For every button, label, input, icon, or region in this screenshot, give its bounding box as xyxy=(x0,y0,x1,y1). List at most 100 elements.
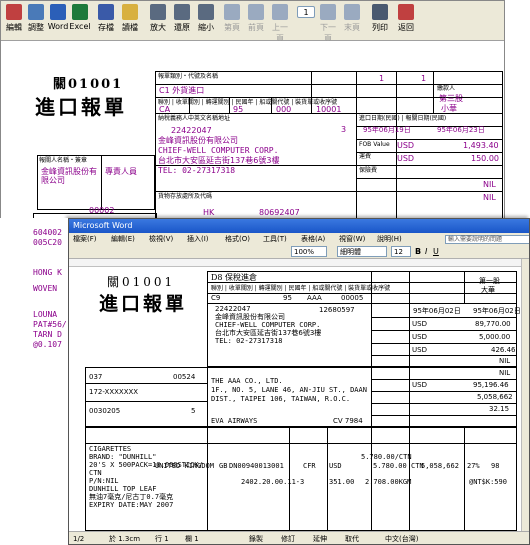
toolbar-open-folder-button[interactable]: 讀檔 xyxy=(119,3,141,39)
word-window: Microsoft Word 檔案(F) 編輯(E) 檢視(V) 插入(I) 格式(O)… xyxy=(68,218,530,545)
left-5: 5 xyxy=(191,407,196,415)
line-total: 5,058,662 xyxy=(421,462,459,470)
section-label: 第三股 xyxy=(439,94,463,103)
cif-currency: USD xyxy=(412,381,427,389)
vertical-scrollbar[interactable] xyxy=(521,259,529,531)
toolbar-label: 返回 xyxy=(398,23,414,32)
consignor: THE AAA CO., LTD. xyxy=(211,377,283,385)
toolbar-edit-button[interactable]: 編輯 xyxy=(3,3,25,39)
font-select[interactable]: 細明體 xyxy=(337,246,387,257)
import-date: 95年06月19日 xyxy=(363,126,411,134)
toolbar-zoom-reset-button[interactable]: 還原 xyxy=(171,3,193,39)
form-number: 關01001 xyxy=(53,77,124,92)
toolbar-label: 讀檔 xyxy=(122,23,138,32)
left-id: 172-XXXXXXX xyxy=(89,388,139,396)
fob-currency: USD xyxy=(412,320,427,328)
insurance-currency: USD xyxy=(412,346,427,354)
importer-id: 22422047 xyxy=(171,126,212,135)
importer-tel: TEL: 02-27317318 xyxy=(215,337,283,345)
toolbar-zoom-in-button[interactable]: 放大 xyxy=(147,3,169,39)
ship-code: 80692407 xyxy=(259,208,300,217)
ruler xyxy=(69,259,529,267)
port: HK xyxy=(203,208,215,217)
return-icon xyxy=(398,4,414,20)
menu-item-1[interactable]: 編輯(E) xyxy=(111,233,135,245)
toolbar-label: 放大 xyxy=(150,23,166,32)
section-person: 小華 xyxy=(441,104,457,113)
bold-button[interactable]: B xyxy=(415,247,421,256)
freight-currency: USD xyxy=(397,154,415,163)
importer-tel: TEL: 02-27317318 xyxy=(158,166,236,175)
insurance-value: 426.46 xyxy=(491,346,516,354)
toolbar-save-button[interactable]: 存檔 xyxy=(95,3,117,39)
font-size-select[interactable]: 12 xyxy=(391,246,411,257)
toolbar-return-button[interactable]: 返回 xyxy=(395,3,417,39)
word-document: 關01001 進口報單 D8 保稅進倉 聯別 | 收單關別 | 轉運關別 | 民… xyxy=(69,267,521,531)
fob-value: 89,770.00 xyxy=(475,320,511,328)
nil-2: NIL xyxy=(499,369,511,377)
weight: 2.708.00KGM xyxy=(365,478,412,486)
menu-item-2[interactable]: 檢視(V) xyxy=(149,233,173,245)
left-partial-text: TARN D xyxy=(33,330,62,339)
toolbar-zoom-out-button[interactable]: 縮小 xyxy=(195,3,217,39)
declare-date: 95年06月02日 xyxy=(473,307,521,315)
tax-note: @NT$K:590 xyxy=(469,478,507,486)
toolbar-label: 還原 xyxy=(174,23,190,32)
goods-description: CIGARETTES BRAND: "DUNHILL" 20'S X 500PA… xyxy=(89,445,203,509)
next-page-icon xyxy=(320,4,336,20)
importer-cn: 金峰資訊股份有限公司 xyxy=(215,313,285,321)
freight-value: 150.00 xyxy=(471,154,499,163)
toolbar-page-number-field-button[interactable]: 1 xyxy=(295,3,317,39)
form-number: 關01001 xyxy=(107,275,176,289)
underline-button[interactable]: U xyxy=(433,247,439,256)
toolbar-word-button[interactable]: Word xyxy=(47,3,69,39)
importer-id: 22422047 xyxy=(215,305,251,313)
flight: CV 7984 xyxy=(333,417,363,425)
toolbar-next-page-button[interactable]: 下一頁 xyxy=(317,3,339,43)
menu-item-5[interactable]: 工具(T) xyxy=(263,233,287,245)
left-partial-text: 005C20 xyxy=(33,238,62,247)
zoom-select[interactable]: 100% xyxy=(291,246,327,257)
toolbar-adjust-button[interactable]: 調整 xyxy=(25,3,47,39)
menu-item-6[interactable]: 表格(A) xyxy=(301,233,325,245)
viewer-toolbar: 編輯 調整 Word Excel 存檔 讀檔 放大 還原 縮小 第頁 前頁 上一頁 1 下一頁 末頁 列印 返回 xyxy=(1,1,504,43)
first-page-icon xyxy=(224,4,240,20)
menu-item-8[interactable]: 說明(H) xyxy=(377,233,402,245)
importer-addr: 台北市大安區延吉街137巷6號3樓 xyxy=(158,156,280,165)
importer-addr: 台北市大安區延吉街137巷6號3樓 xyxy=(215,329,322,337)
italic-button[interactable]: I xyxy=(425,247,427,256)
freight-currency: USD xyxy=(412,333,427,341)
duty-amount: 98 xyxy=(491,462,500,470)
import-date: 95年06月02日 xyxy=(413,307,461,315)
importer-en: CHIEF-WELL COMPUTER CORP. xyxy=(215,321,321,329)
menu-item-4[interactable]: 格式(O) xyxy=(225,233,250,245)
tariff-code: DN00940013001 xyxy=(229,462,284,470)
toolbar-prev-page-button[interactable]: 前頁 xyxy=(245,3,267,39)
other-fees: NIL xyxy=(483,193,496,202)
toolbar-label: 第頁 xyxy=(224,23,240,32)
insurance-value: NIL xyxy=(483,180,496,189)
zoom-in-icon xyxy=(150,4,166,20)
page-no: 1 xyxy=(421,74,427,83)
menu-item-7[interactable]: 視窗(W) xyxy=(339,233,365,245)
menu-item-0[interactable]: 檔案(F) xyxy=(73,233,97,245)
left-partial-text: LOUNA xyxy=(33,310,58,319)
code-95: 95 xyxy=(233,105,244,114)
toolbar-label: 上一頁 xyxy=(272,23,288,43)
toolbar-up-page-button[interactable]: 上一頁 xyxy=(269,3,291,43)
toolbar-print-button[interactable]: 列印 xyxy=(369,3,391,39)
menu-item-3[interactable]: 插入(I) xyxy=(187,233,209,245)
adjust-icon xyxy=(28,4,44,20)
toolbar-label: 調整 xyxy=(28,23,44,32)
code-00005: 00005 xyxy=(341,294,364,302)
freight-value: 5,000.00 xyxy=(479,333,511,341)
help-search-input[interactable]: 輸入需要說明的問題 xyxy=(445,235,529,244)
toolbar-last-page-button[interactable]: 末頁 xyxy=(341,3,363,39)
consignor-addr2: DIST., TAIPEI 106, TAIWAN, R.O.C. xyxy=(211,395,351,403)
origin-code: GB xyxy=(219,462,228,470)
toolbar-excel-button[interactable]: Excel xyxy=(69,3,91,39)
back-document-viewer: 編輯 調整 Word Excel 存檔 讀檔 放大 還原 縮小 第頁 前頁 上一頁 1 下一頁 末頁 列印 返回… xyxy=(0,0,505,230)
origin-country: UNITED KINGDOM xyxy=(155,462,215,470)
form-title: 進口報單 xyxy=(99,293,188,315)
toolbar-first-page-button[interactable]: 第頁 xyxy=(221,3,243,39)
